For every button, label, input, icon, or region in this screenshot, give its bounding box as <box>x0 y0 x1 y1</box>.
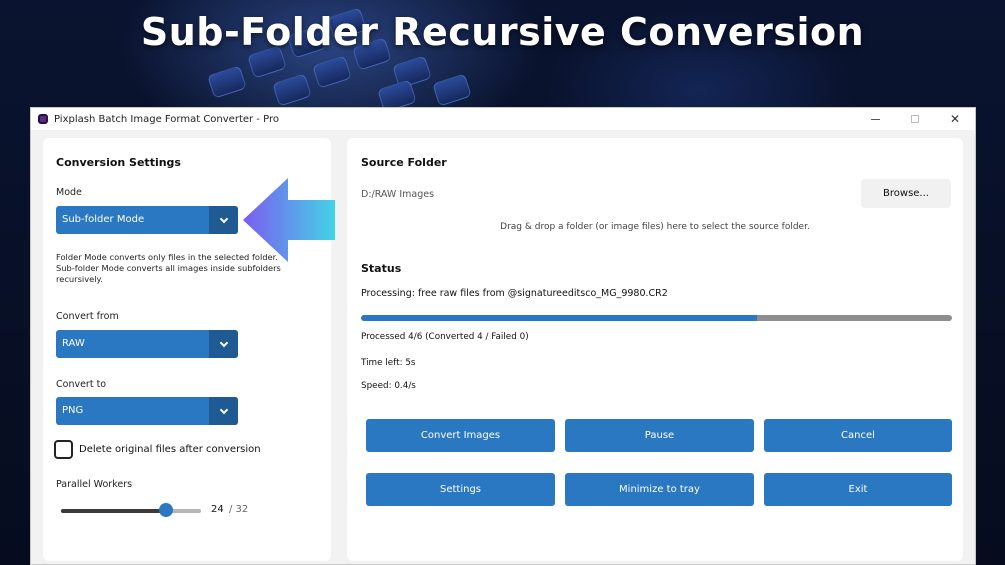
app-window: Pixplash Batch Image Format Converter - … <box>30 107 976 565</box>
minimize-window-button[interactable] <box>855 108 895 130</box>
key-decoration <box>272 73 312 107</box>
settings-button[interactable]: Settings <box>366 473 555 506</box>
progress-bar <box>361 315 952 321</box>
time-left: Time left: 5s <box>361 358 416 368</box>
delete-originals-checkbox[interactable] <box>54 440 73 459</box>
convert-from-value: RAW <box>62 338 85 349</box>
convert-from-label: Convert from <box>56 311 119 322</box>
pause-button[interactable]: Pause <box>565 419 754 452</box>
processed-count: Processed 4/6 (Converted 4 / Failed 0) <box>361 332 529 342</box>
slider-fill <box>61 509 166 513</box>
maximize-window-button[interactable] <box>895 108 935 130</box>
parallel-workers-label: Parallel Workers <box>56 479 133 490</box>
convert-to-dropdown[interactable]: PNG <box>56 397 238 425</box>
main-panel: Source Folder D:/RAW Images Browse... Dr… <box>347 138 963 561</box>
key-decoration <box>312 55 352 89</box>
window-title: Pixplash Batch Image Format Converter - … <box>54 113 279 125</box>
parallel-workers-value: 24 <box>211 504 224 515</box>
parallel-workers-max: / 32 <box>229 504 249 515</box>
key-decoration <box>432 73 472 107</box>
headline: Sub-Folder Recursive Conversion <box>140 10 865 54</box>
delete-originals-label: Delete original files after conversion <box>79 444 261 455</box>
status-title: Status <box>361 262 402 275</box>
source-folder-path: D:/RAW Images <box>361 189 435 200</box>
callout-arrow-icon <box>243 178 335 262</box>
source-folder-title: Source Folder <box>361 156 447 169</box>
convert-to-label: Convert to <box>56 379 107 390</box>
minimize-to-tray-button[interactable]: Minimize to tray <box>565 473 754 506</box>
convert-from-dropdown[interactable]: RAW <box>56 330 238 358</box>
parallel-workers-slider[interactable] <box>61 509 201 513</box>
convert-images-button[interactable]: Convert Images <box>366 419 555 452</box>
maximize-icon <box>911 115 919 123</box>
chevron-down-icon <box>209 397 238 425</box>
cancel-button[interactable]: Cancel <box>764 419 952 452</box>
conversion-settings-title: Conversion Settings <box>56 156 181 169</box>
mode-label: Mode <box>56 187 82 198</box>
processing-status: Processing: free raw files from @signatu… <box>361 288 668 299</box>
close-window-button[interactable]: ✕ <box>935 108 975 130</box>
app-logo-icon <box>38 114 48 124</box>
key-decoration <box>207 65 247 99</box>
browse-button[interactable]: Browse... <box>861 179 951 208</box>
chevron-down-icon <box>209 330 238 358</box>
drop-zone-hint[interactable]: Drag & drop a folder (or image files) he… <box>347 222 963 232</box>
slider-handle[interactable] <box>159 503 173 517</box>
progress-fill <box>361 315 757 321</box>
minimize-icon <box>870 119 880 120</box>
exit-button[interactable]: Exit <box>764 473 952 506</box>
chevron-down-icon <box>209 206 238 234</box>
close-icon: ✕ <box>949 112 961 126</box>
convert-to-value: PNG <box>62 405 84 416</box>
mode-dropdown[interactable]: Sub-folder Mode <box>56 206 238 234</box>
title-bar: Pixplash Batch Image Format Converter - … <box>31 108 975 130</box>
speed: Speed: 0.4/s <box>361 381 416 391</box>
mode-dropdown-value: Sub-folder Mode <box>62 214 145 225</box>
